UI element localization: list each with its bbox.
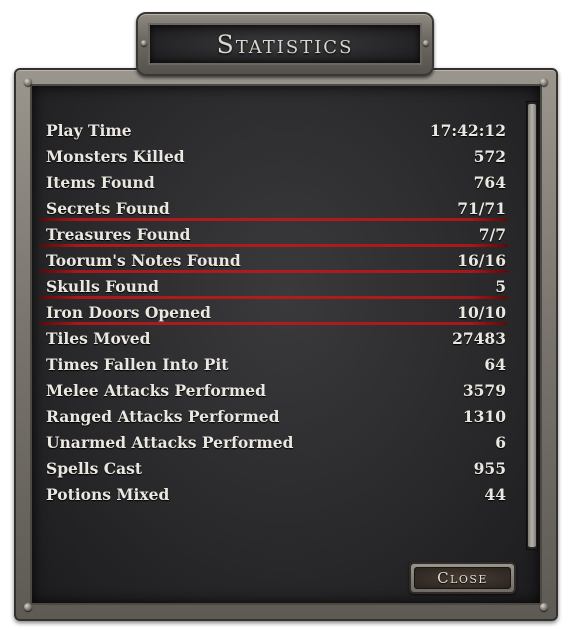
stat-value: 64	[484, 354, 506, 374]
stat-label: Tiles Moved	[46, 328, 151, 348]
scrollbar[interactable]	[526, 101, 538, 550]
stat-label: Times Fallen Into Pit	[46, 354, 229, 374]
stat-value: 1310	[462, 406, 506, 426]
stat-row: Tiles Moved 27483	[32, 325, 506, 351]
statistics-window: Statistics Play Time 17:42:12 Monsters Kil…	[0, 0, 570, 630]
stat-row: Monsters Killed 572	[32, 143, 506, 169]
stat-row: Times Fallen Into Pit 64	[32, 351, 506, 377]
stat-label: Toorum's Notes Found	[46, 250, 241, 270]
scrollbar-thumb[interactable]	[528, 104, 536, 547]
title-plate-inner: Statistics	[148, 23, 422, 65]
stat-row: Unarmed Attacks Performed 6	[32, 429, 506, 455]
window-title: Statistics	[216, 29, 354, 59]
stat-row: Iron Doors Opened 10/10	[32, 299, 508, 325]
stat-row: Toorum's Notes Found 16/16	[32, 247, 508, 273]
stat-value: 10/10	[457, 302, 506, 322]
stat-label: Potions Mixed	[46, 484, 170, 504]
stat-row: Items Found 764	[32, 169, 506, 195]
stat-label: Treasures Found	[46, 224, 191, 244]
rivet-icon	[141, 40, 147, 46]
stat-row: Potions Mixed 44	[32, 481, 506, 507]
rivet-icon	[24, 603, 32, 611]
close-button[interactable]: Close	[409, 562, 516, 594]
rivet-icon	[423, 40, 429, 46]
stat-label: Secrets Found	[46, 198, 170, 218]
stat-label: Unarmed Attacks Performed	[46, 432, 294, 452]
stat-value: 5	[495, 276, 506, 296]
rivet-icon	[540, 603, 548, 611]
stat-value: 71/71	[457, 198, 506, 218]
stat-row: Secrets Found 71/71	[32, 195, 508, 221]
stat-row: Melee Attacks Performed 3579	[32, 377, 506, 403]
stat-label: Spells Cast	[46, 458, 143, 478]
stat-value: 7/7	[478, 224, 506, 244]
stat-value: 764	[473, 172, 506, 192]
stat-value: 6	[495, 432, 506, 452]
stat-value: 955	[473, 458, 506, 478]
stat-label: Items Found	[46, 172, 155, 192]
stat-label: Play Time	[46, 120, 132, 140]
stat-value: 17:42:12	[429, 120, 506, 140]
stat-row: Spells Cast 955	[32, 455, 506, 481]
stat-value: 44	[484, 484, 506, 504]
stat-label: Ranged Attacks Performed	[46, 406, 280, 426]
stat-label: Iron Doors Opened	[46, 302, 211, 322]
stat-label: Melee Attacks Performed	[46, 380, 266, 400]
statistics-list: Play Time 17:42:12 Monsters Killed 572 Items…	[32, 117, 508, 507]
stat-value: 3579	[462, 380, 506, 400]
stat-row: Ranged Attacks Performed 1310	[32, 403, 506, 429]
stat-label: Skulls Found	[46, 276, 159, 296]
rivet-icon	[540, 78, 548, 86]
stat-row: Treasures Found 7/7	[32, 221, 508, 247]
stat-value: 27483	[452, 328, 506, 348]
stat-row: Skulls Found 5	[32, 273, 508, 299]
stat-value: 572	[473, 146, 506, 166]
stat-label: Monsters Killed	[46, 146, 185, 166]
rivet-icon	[24, 78, 32, 86]
close-button-label: Close	[414, 567, 511, 589]
stat-value: 16/16	[457, 250, 506, 270]
stat-row: Play Time 17:42:12	[32, 117, 506, 143]
title-plate: Statistics	[136, 12, 434, 76]
